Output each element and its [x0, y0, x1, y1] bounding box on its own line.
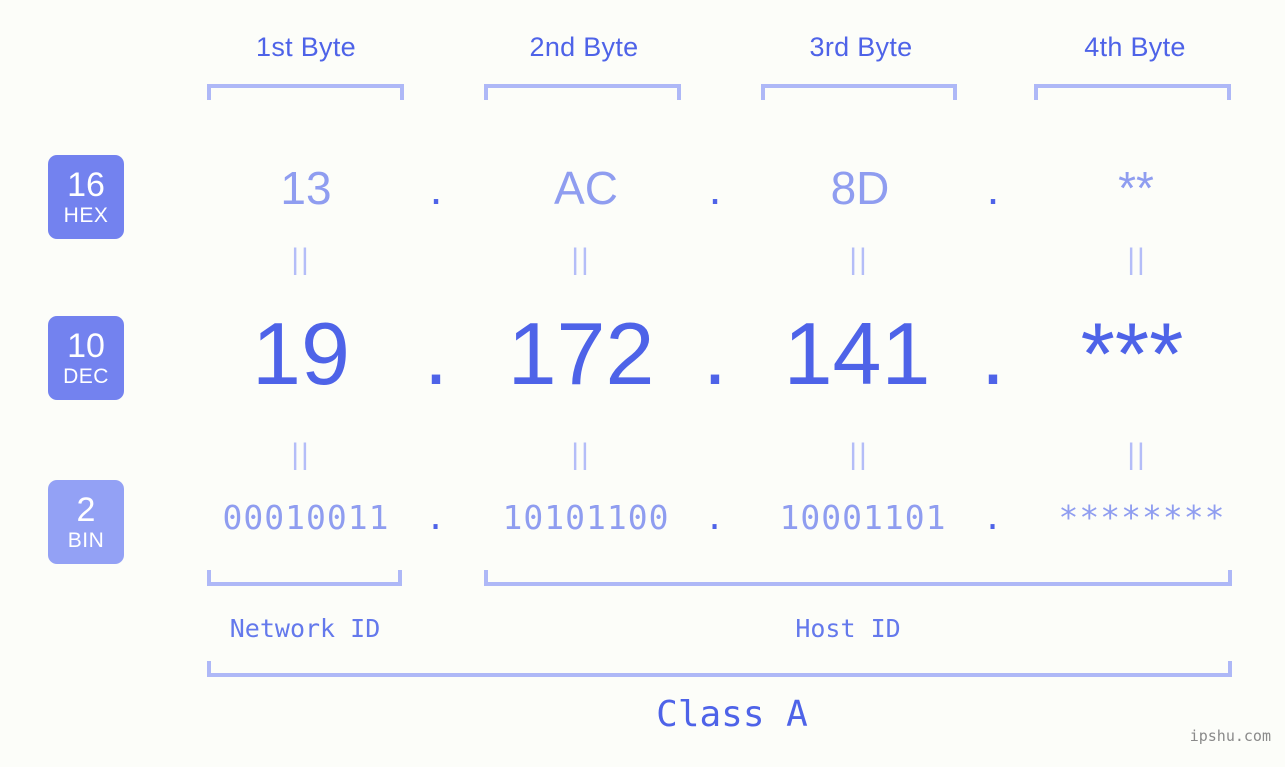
bin-row: 00010011 . 10101100 . 10001101 . *******… [150, 487, 1285, 549]
bin-byte-1: 00010011 [222, 498, 390, 537]
hex-dot-3: . [986, 162, 1000, 214]
site-watermark: ipshu.com [1189, 727, 1271, 745]
bin-byte-3: 10001101 [779, 498, 947, 537]
class-bracket [207, 661, 1232, 677]
equals-mark-dec-bin-2: || [571, 438, 591, 471]
byte-bracket-top-1 [207, 84, 404, 100]
bin-byte-4: ******** [1058, 498, 1226, 537]
equals-mark-hex-dec-3: || [849, 243, 869, 276]
hex-byte-4: ** [1118, 162, 1154, 214]
base-badge-dec: 10 DEC [48, 316, 124, 400]
ip-byte-breakdown-diagram: 1st Byte 2nd Byte 3rd Byte 4th Byte 16 H… [0, 0, 1285, 767]
base-badge-dec-number: 10 [67, 327, 105, 365]
dec-dot-1: . [423, 304, 449, 403]
dec-byte-2: 172 [507, 304, 655, 403]
equals-mark-hex-dec-2: || [571, 243, 591, 276]
byte-bracket-top-4 [1034, 84, 1231, 100]
network-id-label: Network ID [229, 614, 381, 643]
base-badge-bin-number: 2 [76, 491, 96, 529]
hex-row: 13 . AC . 8D . ** [150, 148, 1285, 228]
byte-bracket-top-2 [484, 84, 681, 100]
bin-byte-2: 10101100 [502, 498, 670, 537]
dec-byte-3: 141 [783, 304, 931, 403]
base-badge-bin-name: BIN [67, 529, 105, 552]
dec-row: 19 . 172 . 141 . *** [150, 295, 1285, 413]
base-badge-hex-number: 16 [67, 166, 105, 204]
network-id-bracket [207, 570, 402, 586]
byte-header-2: 2nd Byte [529, 32, 639, 62]
base-badge-hex-name: HEX [63, 204, 109, 227]
byte-header-4: 4th Byte [1084, 32, 1186, 62]
equals-mark-hex-dec-4: || [1127, 243, 1147, 276]
dec-dot-3: . [980, 304, 1006, 403]
bin-dot-3: . [982, 498, 1004, 537]
equals-mark-dec-bin-1: || [291, 438, 311, 471]
hex-byte-2: AC [554, 162, 618, 214]
hex-dot-2: . [708, 162, 722, 214]
byte-header-1: 1st Byte [256, 32, 356, 62]
dec-byte-4: *** [1080, 304, 1184, 403]
class-label: Class A [656, 694, 808, 735]
base-badge-dec-name: DEC [63, 365, 109, 388]
byte-bracket-top-3 [761, 84, 957, 100]
host-id-bracket [484, 570, 1232, 586]
bin-dot-1: . [425, 498, 447, 537]
bin-dot-2: . [704, 498, 726, 537]
equals-mark-hex-dec-1: || [291, 243, 311, 276]
hex-byte-1: 13 [280, 162, 332, 214]
base-badge-hex: 16 HEX [48, 155, 124, 239]
equals-mark-dec-bin-4: || [1127, 438, 1147, 471]
host-id-label: Host ID [795, 614, 901, 643]
dec-dot-2: . [702, 304, 728, 403]
dec-byte-1: 19 [252, 304, 350, 403]
byte-header-3: 3rd Byte [809, 32, 913, 62]
hex-dot-1: . [429, 162, 443, 214]
hex-byte-3: 8D [830, 162, 890, 214]
base-badge-bin: 2 BIN [48, 480, 124, 564]
equals-mark-dec-bin-3: || [849, 438, 869, 471]
